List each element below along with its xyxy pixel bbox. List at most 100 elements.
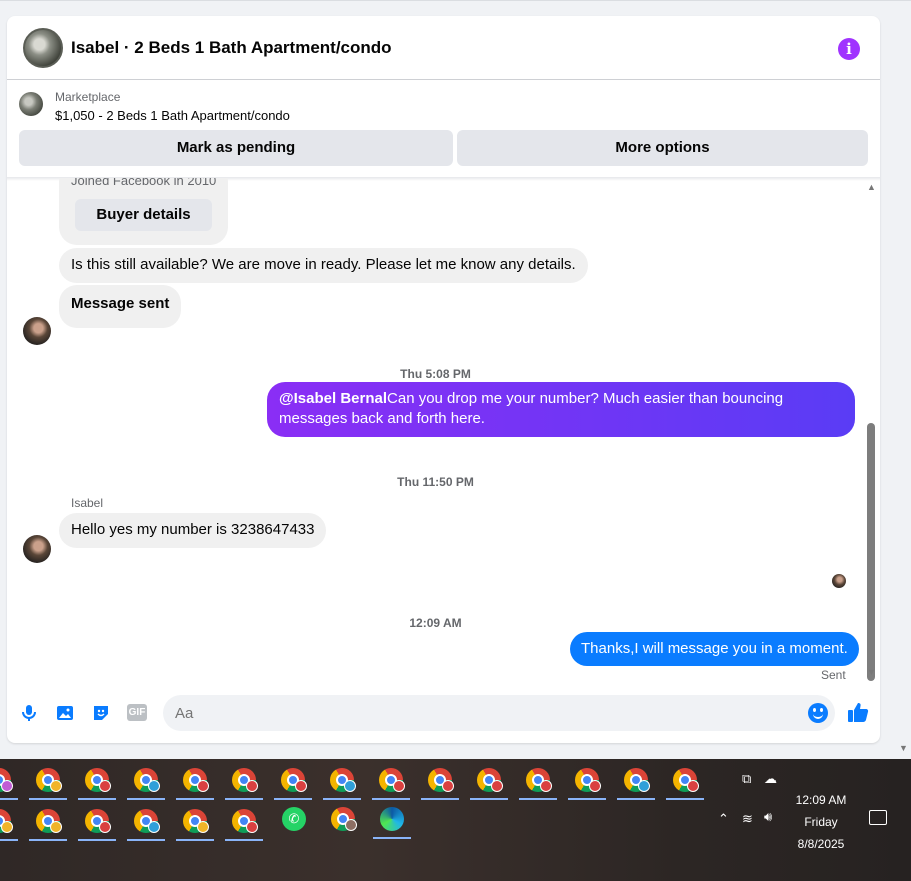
profile-badge	[246, 821, 258, 833]
profile-badge	[540, 780, 552, 792]
taskbar: ✆ ⧉ ☁ ⌃ ≋ 🔊︎ 12:09 AM Friday 8/8/2025	[0, 759, 911, 881]
microphone-icon[interactable]	[19, 703, 39, 723]
message-input[interactable]	[163, 695, 835, 731]
joined-text: Joined Facebook in 2010	[71, 178, 217, 188]
emoji-icon[interactable]	[808, 703, 828, 723]
chrome-taskbar-button[interactable]	[0, 760, 24, 800]
message-bubble-incoming[interactable]: Is this still available? We are move in …	[59, 248, 588, 283]
sent-status: Sent	[821, 668, 846, 682]
message-thread: Joined Facebook in 2010 Buyer details Is…	[7, 178, 880, 686]
chrome-taskbar-button[interactable]	[563, 760, 612, 800]
thumbs-up-icon[interactable]	[847, 701, 869, 729]
chrome-taskbar-button[interactable]	[24, 801, 73, 841]
chrome-taskbar-button[interactable]	[24, 760, 73, 800]
running-indicator	[78, 839, 116, 841]
chevron-up-icon[interactable]: ⌃	[718, 811, 729, 827]
running-indicator	[225, 839, 263, 841]
whatsapp-icon: ✆	[282, 807, 306, 831]
chrome-taskbar-button[interactable]	[73, 801, 122, 841]
top-border	[0, 0, 911, 1]
chrome-taskbar-button[interactable]	[465, 760, 514, 800]
profile-badge	[197, 821, 209, 833]
scroll-down-arrow-icon[interactable]: ▼	[867, 667, 876, 677]
running-indicator	[127, 839, 165, 841]
profile-badge	[197, 780, 209, 792]
marketplace-bar: Marketplace $1,050 - 2 Beds 1 Bath Apart…	[7, 80, 880, 177]
avatar[interactable]	[23, 535, 51, 563]
message-bubble-outgoing[interactable]: @Isabel BernalCan you drop me your numbe…	[267, 382, 855, 437]
wifi-icon[interactable]: ≋	[742, 811, 753, 827]
chrome-taskbar-button[interactable]	[367, 760, 416, 800]
chrome-taskbar-button[interactable]	[73, 760, 122, 800]
running-indicator	[470, 798, 508, 800]
running-indicator	[176, 798, 214, 800]
chrome-taskbar-button[interactable]	[319, 799, 368, 839]
chrome-taskbar-button[interactable]	[514, 760, 563, 800]
notification-icon[interactable]	[869, 810, 887, 825]
profile-badge	[442, 780, 454, 792]
message-bubble-incoming[interactable]: Hello yes my number is 3238647433	[59, 513, 327, 548]
avatar[interactable]	[23, 317, 51, 345]
profile-badge	[1, 780, 13, 792]
profile-badge	[393, 780, 405, 792]
chrome-taskbar-button[interactable]	[318, 760, 367, 800]
sticker-icon[interactable]	[91, 703, 111, 723]
chrome-taskbar-button[interactable]	[220, 760, 269, 800]
seen-avatar	[832, 574, 846, 588]
chat-header: Isabel · 2 Beds 1 Bath Apartment/condo i	[7, 16, 880, 80]
clock-day: Friday	[804, 815, 838, 829]
running-indicator	[0, 839, 18, 841]
mention[interactable]: @Isabel Bernal	[279, 390, 387, 407]
running-indicator	[78, 798, 116, 800]
profile-badge	[491, 780, 503, 792]
chrome-taskbar-button[interactable]	[612, 760, 661, 800]
chrome-taskbar-button[interactable]	[122, 801, 171, 841]
buyer-details-button[interactable]: Buyer details	[75, 199, 212, 231]
gif-icon[interactable]: GIF	[127, 704, 147, 721]
page-scroll-down-icon[interactable]: ▼	[899, 743, 908, 753]
edge-taskbar-button[interactable]	[368, 799, 417, 839]
chrome-taskbar-button[interactable]	[0, 801, 24, 841]
chrome-taskbar-button[interactable]	[220, 801, 269, 841]
listing-avatar[interactable]	[23, 27, 63, 68]
running-indicator	[176, 839, 214, 841]
chrome-taskbar-button[interactable]	[661, 760, 710, 800]
profile-badge	[50, 821, 62, 833]
more-options-button[interactable]: More options	[457, 130, 868, 166]
volume-icon[interactable]: 🔊︎	[764, 809, 772, 825]
whatsapp-taskbar-button[interactable]: ✆	[270, 799, 319, 839]
chrome-taskbar-button[interactable]	[122, 760, 171, 800]
listing-thumbnail[interactable]	[19, 92, 43, 116]
chrome-taskbar-button[interactable]	[171, 801, 220, 841]
clock-date: 8/8/2025	[797, 837, 845, 851]
chrome-taskbar-button[interactable]	[416, 760, 465, 800]
chat-window: Isabel · 2 Beds 1 Bath Apartment/condo i…	[7, 16, 880, 743]
info-icon[interactable]: i	[838, 38, 860, 60]
edge-icon	[380, 807, 404, 831]
scroll-up-arrow-icon[interactable]: ▲	[867, 182, 876, 192]
chat-title[interactable]: Isabel · 2 Beds 1 Bath Apartment/condo	[71, 38, 392, 58]
running-indicator	[666, 798, 704, 800]
clock[interactable]: 12:09 AM Friday 8/8/2025	[781, 789, 861, 855]
message-bubble-outgoing[interactable]: Thanks,I will message you in a moment.	[570, 632, 859, 666]
timestamp: 12:09 AM	[409, 616, 462, 630]
scrollbar-thumb[interactable]	[867, 423, 875, 681]
profile-badge	[344, 780, 356, 792]
profile-badge	[589, 780, 601, 792]
profile-badge	[1, 821, 13, 833]
meet-now-icon[interactable]: ⧉	[742, 771, 751, 787]
mark-pending-button[interactable]: Mark as pending	[19, 130, 453, 166]
profile-badge	[345, 819, 357, 831]
chrome-taskbar-button[interactable]	[269, 760, 318, 800]
onedrive-icon[interactable]: ☁	[764, 771, 777, 787]
photo-icon[interactable]	[55, 703, 75, 723]
running-indicator	[29, 798, 67, 800]
profile-badge	[295, 780, 307, 792]
running-indicator	[519, 798, 557, 800]
message-sent-bubble[interactable]: Message sent	[59, 285, 182, 328]
listing-title[interactable]: $1,050 - 2 Beds 1 Bath Apartment/condo	[55, 108, 290, 123]
running-indicator	[127, 798, 165, 800]
chrome-taskbar-button[interactable]	[171, 760, 220, 800]
running-indicator	[617, 798, 655, 800]
running-indicator	[225, 798, 263, 800]
